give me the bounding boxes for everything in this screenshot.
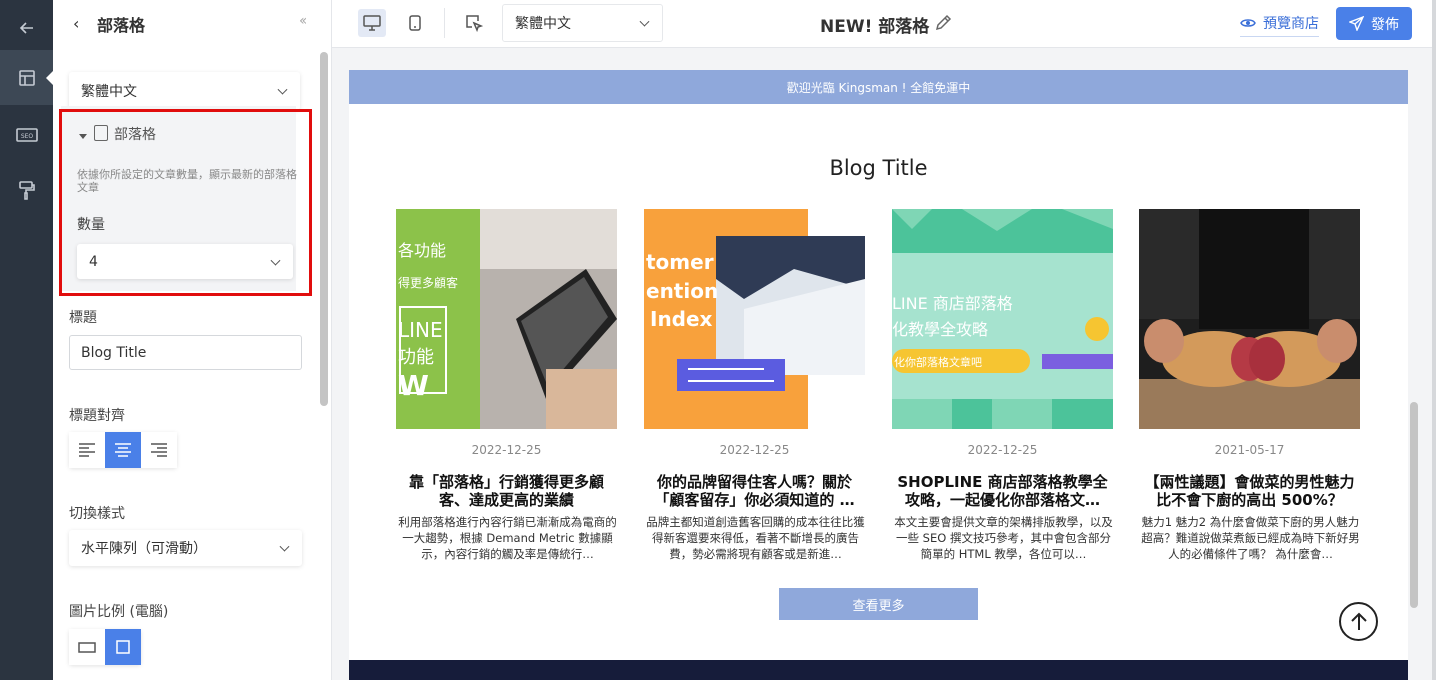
blog-card-excerpt: 本文主要會提供文章的架構排版教學，以及一些 SEO 撰文技巧參考，其中會包含部分… xyxy=(894,515,1113,561)
page-preview: 歡迎光臨 Kingsman ! 全館免運中 Blog Title 各功能 得更多… xyxy=(349,70,1408,680)
panel-scrollbar[interactable] xyxy=(320,52,328,406)
blog-card-date: 2022-12-25 xyxy=(719,443,790,457)
mobile-icon xyxy=(409,15,421,31)
blog-card-image[interactable]: LINE 商店部落格 化教學全攻略 化你部落格文章吧 xyxy=(892,209,1113,429)
svg-text:SEO: SEO xyxy=(20,133,33,140)
thumb-text: LINE xyxy=(398,318,443,342)
mobile-view-button[interactable] xyxy=(401,9,429,37)
preview-scrollbar[interactable] xyxy=(1410,402,1418,608)
select-element-button[interactable] xyxy=(460,9,488,37)
highlight-outline xyxy=(59,109,312,296)
window-edge xyxy=(1432,0,1436,680)
page-name: NEW! 部落格 xyxy=(820,17,930,37)
ratio-square-button[interactable] xyxy=(105,629,141,665)
panel-header: ‹ 部落格 ‹‹ xyxy=(53,0,332,48)
blog-card-excerpt: 品牌主都知道創造舊客回購的成本往往比獲得新客還要來得低，看著不斷增長的廣告費，勢… xyxy=(646,515,865,561)
chevron-down-icon xyxy=(277,84,288,95)
switch-style-select[interactable]: 水平陳列（可滑動） xyxy=(69,530,302,566)
align-center-icon xyxy=(115,443,131,457)
chevron-left-icon[interactable]: ‹ xyxy=(73,14,79,33)
image-ratio-label: 圖片比例 (電腦) xyxy=(69,604,169,620)
icon-rail: SEO xyxy=(0,0,53,680)
blog-card-title[interactable]: SHOPLINE 商店部落格教學全攻略，一起優化你部落格文… xyxy=(892,473,1113,509)
announcement-bar[interactable]: 歡迎光臨 Kingsman ! 全館免運中 xyxy=(349,70,1408,104)
align-left-icon xyxy=(79,443,95,457)
language-select-value: 繁體中文 xyxy=(81,84,137,100)
blog-card-date: 2021-05-17 xyxy=(1214,443,1285,457)
send-icon xyxy=(1349,16,1364,31)
blog-card-image[interactable] xyxy=(1139,209,1360,429)
thumb-text: Index xyxy=(650,307,713,331)
thumb-text: 各功能 xyxy=(398,241,446,260)
thumb-text: LINE 商店部落格 xyxy=(892,294,1013,313)
alignment-label: 標題對齊 xyxy=(69,408,125,424)
scroll-to-top-button[interactable] xyxy=(1339,602,1378,641)
eye-icon xyxy=(1240,19,1256,27)
blog-card-date: 2022-12-25 xyxy=(471,443,542,457)
switch-style-value: 水平陳列（可滑動） xyxy=(81,541,207,557)
back-button[interactable] xyxy=(0,0,53,55)
thumb-text: 得更多顧客 xyxy=(398,275,458,290)
title-label: 標題 xyxy=(69,310,97,326)
publish-label: 發佈 xyxy=(1371,16,1399,33)
collapse-panel-icon[interactable]: ‹‹ xyxy=(299,13,307,29)
cursor-select-icon xyxy=(466,15,483,32)
language-select[interactable]: 繁體中文 xyxy=(69,72,300,110)
footer-section xyxy=(349,660,1408,680)
chevron-down-icon xyxy=(639,16,650,27)
square-ratio-icon xyxy=(116,640,130,654)
thumb-text: tomer xyxy=(646,250,714,274)
blog-card-image[interactable]: 各功能 得更多顧客 LINE 功能 W xyxy=(396,209,617,429)
seo-button[interactable]: SEO xyxy=(0,107,53,162)
align-left-button[interactable] xyxy=(69,432,105,468)
thumb-text: W xyxy=(398,369,429,402)
blog-card-title[interactable]: 【兩性議題】會做菜的男性魅力比不會下廚的高出 500%？ xyxy=(1139,473,1360,509)
ratio-landscape-button[interactable] xyxy=(69,629,105,665)
preview-language-value: 繁體中文 xyxy=(515,16,571,32)
landscape-ratio-icon xyxy=(78,642,96,653)
thumb-text: 化教學全攻略 xyxy=(892,320,988,339)
align-center-button[interactable] xyxy=(105,432,141,468)
thumb-text: 化你部落格文章吧 xyxy=(894,355,982,369)
preview-store-label: 預覽商店 xyxy=(1263,16,1319,32)
desktop-icon xyxy=(363,15,381,31)
blog-card-date: 2022-12-25 xyxy=(967,443,1038,457)
blog-section-title: Blog Title xyxy=(829,156,928,180)
thumb-text: ention xyxy=(646,279,718,303)
blog-card-title[interactable]: 你的品牌留得住客人嗎？關於「顧客留存」你必須知道的 … xyxy=(644,473,865,509)
paint-roller-icon xyxy=(18,180,35,200)
preview-language-select[interactable]: 繁體中文 xyxy=(502,4,663,42)
title-input[interactable]: Blog Title xyxy=(69,335,302,370)
switch-style-label: 切換樣式 xyxy=(69,506,125,522)
pencil-icon[interactable] xyxy=(934,14,952,32)
blog-card-excerpt: 利用部落格進行內容行銷已漸漸成為電商的一大趨勢，根據 Demand Metric… xyxy=(398,515,617,561)
thumb-text: 功能 xyxy=(398,347,434,368)
align-right-icon xyxy=(151,443,167,457)
theme-button[interactable] xyxy=(0,162,53,217)
layout-icon xyxy=(18,69,35,86)
preview-store-link[interactable]: 預覽商店 xyxy=(1240,13,1319,37)
blog-card-excerpt: 魅力1 魅力2 為什麼會做菜下廚的男人魅力超高？難道說做菜煮飯已經成為時下新好男… xyxy=(1141,515,1360,561)
panel-title: 部落格 xyxy=(97,16,146,35)
back-arrow-icon xyxy=(19,21,33,34)
seo-icon: SEO xyxy=(15,127,38,142)
view-more-label: 查看更多 xyxy=(852,598,905,614)
announcement-text: 歡迎光臨 Kingsman ! 全館免運中 xyxy=(786,80,971,95)
view-more-button[interactable]: 查看更多 xyxy=(779,588,978,620)
alignment-group xyxy=(69,432,177,468)
arrow-up-icon xyxy=(1350,612,1367,630)
image-ratio-group xyxy=(69,629,141,665)
settings-panel: ‹ 部落格 ‹‹ 繁體中文 部落格 依據你所設定的文章數量，顯示最新的部落格文章… xyxy=(53,0,332,680)
align-right-button[interactable] xyxy=(141,432,177,468)
layout-button[interactable] xyxy=(0,50,53,105)
blog-card-image[interactable]: tomer ention Index xyxy=(644,209,865,429)
top-bar: 繁體中文 NEW! 部落格 預覽商店 發佈 xyxy=(332,0,1436,48)
blog-card-title[interactable]: 靠「部落格」行銷獲得更多顧客、達成更高的業績 xyxy=(396,473,617,509)
toolbar-divider xyxy=(444,8,445,38)
publish-button[interactable]: 發佈 xyxy=(1336,7,1412,40)
chevron-down-icon xyxy=(279,541,290,552)
desktop-view-button[interactable] xyxy=(358,9,386,37)
